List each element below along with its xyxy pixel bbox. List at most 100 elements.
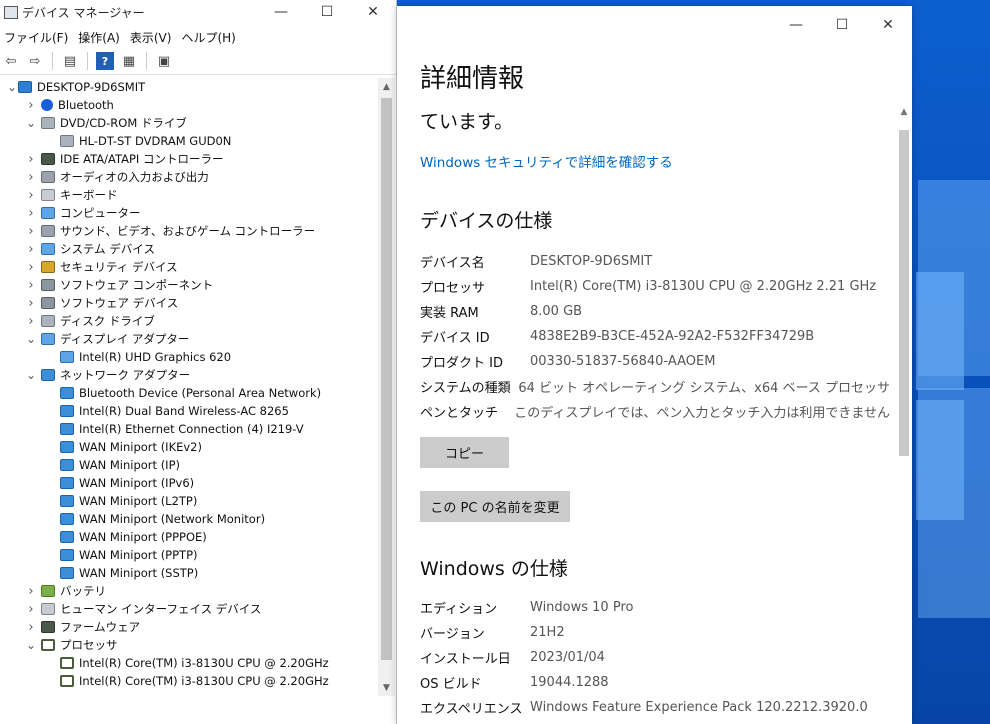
- tree-item[interactable]: › ソフトウェア コンポーネント: [0, 276, 378, 294]
- device-manager-app-icon: [4, 6, 18, 19]
- forward-icon[interactable]: ⇨: [26, 52, 44, 70]
- tree-item[interactable]: HL-DT-ST DVDRAM GUD0N: [0, 132, 378, 150]
- tree-item[interactable]: › システム デバイス: [0, 240, 378, 258]
- spec-key: 実装 RAM: [420, 306, 479, 321]
- minimize-button[interactable]: —: [258, 0, 304, 24]
- no-expander: [44, 672, 56, 690]
- maximize-button[interactable]: ☐: [304, 0, 350, 24]
- about-scrollbar[interactable]: ▲: [896, 104, 912, 724]
- tree-item[interactable]: WAN Miniport (IPv6): [0, 474, 378, 492]
- tree-item[interactable]: WAN Miniport (IP): [0, 456, 378, 474]
- tree-item-label: DVD/CD-ROM ドライブ: [60, 116, 187, 130]
- close-button[interactable]: ✕: [350, 0, 396, 24]
- back-icon[interactable]: ⇦: [2, 52, 20, 70]
- no-expander: [44, 564, 56, 582]
- tree-item[interactable]: Bluetooth Device (Personal Area Network): [0, 384, 378, 402]
- about-maximize-button[interactable]: ☐: [819, 10, 865, 40]
- no-expander: [44, 474, 56, 492]
- chevron-right-icon[interactable]: ›: [25, 276, 37, 294]
- menu-help[interactable]: ヘルプ(H): [179, 29, 243, 46]
- tree-item[interactable]: WAN Miniport (PPPOE): [0, 528, 378, 546]
- properties-icon[interactable]: ▤: [61, 52, 79, 70]
- tree-item[interactable]: Intel(R) Core(TM) i3-8130U CPU @ 2.20GHz: [0, 672, 378, 690]
- device-tree-scrollbar[interactable]: ▲ ▼: [378, 78, 395, 696]
- tree-item[interactable]: Intel(R) Dual Band Wireless-AC 8265: [0, 402, 378, 420]
- tree-item[interactable]: › IDE ATA/ATAPI コントローラー: [0, 150, 378, 168]
- spec-row: ペンとタッチ このディスプレイでは、ペン入力とタッチ入力は利用できません: [420, 399, 890, 424]
- chevron-right-icon[interactable]: ›: [25, 186, 37, 204]
- no-expander: [44, 546, 56, 564]
- tree-item[interactable]: WAN Miniport (Network Monitor): [0, 510, 378, 528]
- bt-device-icon: [41, 99, 53, 111]
- chevron-right-icon[interactable]: ›: [25, 150, 37, 168]
- chevron-right-icon[interactable]: ›: [25, 600, 37, 618]
- tree-item[interactable]: ⌄ DESKTOP-9D6SMIT: [0, 78, 378, 96]
- no-expander: [44, 132, 56, 150]
- chevron-right-icon[interactable]: ›: [25, 618, 37, 636]
- chevron-right-icon[interactable]: ›: [25, 294, 37, 312]
- view-icon[interactable]: ▦: [120, 52, 138, 70]
- tree-item[interactable]: › ヒューマン インターフェイス デバイス: [0, 600, 378, 618]
- tree-item[interactable]: › コンピューター: [0, 204, 378, 222]
- tree-item[interactable]: WAN Miniport (L2TP): [0, 492, 378, 510]
- tree-item[interactable]: Intel(R) UHD Graphics 620: [0, 348, 378, 366]
- tree-item[interactable]: › オーディオの入力および出力: [0, 168, 378, 186]
- tree-item[interactable]: › バッテリ: [0, 582, 378, 600]
- tree-item[interactable]: › サウンド、ビデオ、およびゲーム コントローラー: [0, 222, 378, 240]
- chevron-right-icon[interactable]: ›: [25, 240, 37, 258]
- chevron-right-icon[interactable]: ›: [25, 258, 37, 276]
- chevron-right-icon[interactable]: ›: [25, 312, 37, 330]
- rename-pc-button[interactable]: この PC の名前を変更: [420, 491, 570, 522]
- chevron-down-icon[interactable]: ⌄: [25, 114, 37, 132]
- help-icon[interactable]: ?: [96, 52, 114, 70]
- tree-item-label: WAN Miniport (PPTP): [79, 548, 198, 562]
- chevron-down-icon[interactable]: ⌄: [6, 78, 18, 96]
- tree-item-label: WAN Miniport (IPv6): [79, 476, 195, 490]
- windows-security-link[interactable]: Windows セキュリティで詳細を確認する: [420, 151, 673, 171]
- menu-view[interactable]: 表示(V): [128, 29, 180, 46]
- tree-item[interactable]: › セキュリティ デバイス: [0, 258, 378, 276]
- chevron-down-icon[interactable]: ⌄: [25, 366, 37, 384]
- tree-item[interactable]: › Bluetooth: [0, 96, 378, 114]
- spec-key: デバイス ID: [420, 331, 490, 346]
- chip-device-icon: [41, 153, 55, 165]
- scrollbar-thumb[interactable]: [381, 98, 392, 660]
- tree-item[interactable]: WAN Miniport (SSTP): [0, 564, 378, 582]
- chevron-right-icon[interactable]: ›: [25, 582, 37, 600]
- tree-item[interactable]: › ファームウェア: [0, 618, 378, 636]
- chevron-down-icon[interactable]: ⌄: [25, 330, 37, 348]
- no-expander: [44, 402, 56, 420]
- about-minimize-button[interactable]: —: [773, 10, 819, 40]
- windows-spec-heading: Windows の仕様: [420, 558, 568, 580]
- net-device-icon: [60, 387, 74, 399]
- scroll-up-arrow-icon[interactable]: ▲: [378, 78, 395, 95]
- chevron-right-icon[interactable]: ›: [25, 204, 37, 222]
- tree-item[interactable]: WAN Miniport (PPTP): [0, 546, 378, 564]
- copy-button[interactable]: コピー: [420, 437, 509, 468]
- tree-item-label: バッテリ: [60, 584, 106, 598]
- tree-item[interactable]: › ソフトウェア デバイス: [0, 294, 378, 312]
- menu-file[interactable]: ファイル(F): [2, 29, 76, 46]
- tree-item[interactable]: ⌄ ディスプレイ アダプター: [0, 330, 378, 348]
- about-close-button[interactable]: ✕: [865, 10, 911, 40]
- tree-item[interactable]: ⌄ ネットワーク アダプター: [0, 366, 378, 384]
- scroll-down-arrow-icon[interactable]: ▼: [378, 679, 395, 696]
- tree-item[interactable]: Intel(R) Ethernet Connection (4) I219-V: [0, 420, 378, 438]
- toolbar-separator: [146, 52, 147, 70]
- chevron-right-icon[interactable]: ›: [25, 168, 37, 186]
- tree-item[interactable]: › ディスク ドライブ: [0, 312, 378, 330]
- tree-item[interactable]: ⌄ DVD/CD-ROM ドライブ: [0, 114, 378, 132]
- scrollbar-thumb[interactable]: [899, 130, 909, 456]
- menu-action[interactable]: 操作(A): [76, 29, 128, 46]
- tree-item[interactable]: › キーボード: [0, 186, 378, 204]
- tree-item[interactable]: Intel(R) Core(TM) i3-8130U CPU @ 2.20GHz: [0, 654, 378, 672]
- chevron-right-icon[interactable]: ›: [25, 222, 37, 240]
- tree-item[interactable]: WAN Miniport (IKEv2): [0, 438, 378, 456]
- spec-row: バージョン 21H2: [420, 620, 890, 645]
- spec-value: 4838E2B9-B3CE-452A-92A2-F532FF34729B: [530, 329, 815, 344]
- chevron-down-icon[interactable]: ⌄: [25, 636, 37, 654]
- tree-item[interactable]: ⌄ プロセッサ: [0, 636, 378, 654]
- scroll-up-arrow-icon[interactable]: ▲: [896, 104, 912, 120]
- chevron-right-icon[interactable]: ›: [25, 96, 37, 114]
- monitor-icon[interactable]: ▣: [155, 52, 173, 70]
